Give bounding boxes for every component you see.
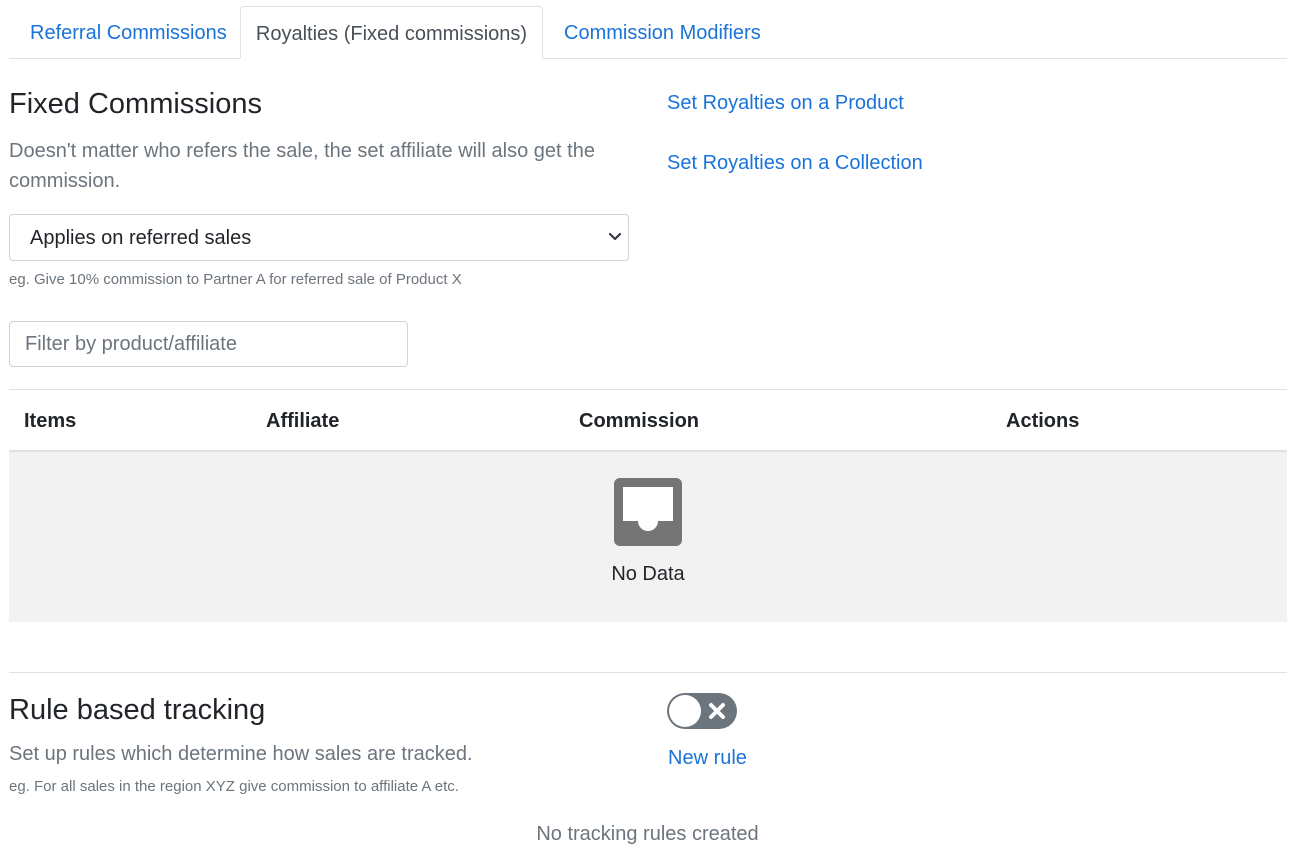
select-hint: eg. Give 10% commission to Partner A for… — [9, 271, 462, 288]
new-rule-link[interactable]: New rule — [668, 747, 747, 770]
column-header-items: Items — [24, 410, 77, 432]
tab-referral-commissions[interactable]: Referral Commissions — [30, 6, 227, 57]
rule-tracking-description: Set up rules which determine how sales a… — [9, 743, 473, 765]
table-top-divider — [9, 389, 1287, 390]
column-header-affiliate: Affiliate — [266, 410, 340, 432]
chevron-down-icon — [608, 232, 622, 241]
tab-royalties[interactable]: Royalties (Fixed commissions) — [240, 6, 543, 59]
column-header-commission: Commission — [579, 410, 700, 432]
no-tracking-rules-text: No tracking rules created — [536, 823, 759, 845]
filter-input[interactable] — [9, 321, 408, 367]
set-royalties-collection-link[interactable]: Set Royalties on a Collection — [667, 152, 923, 175]
set-royalties-product-link[interactable]: Set Royalties on a Product — [667, 92, 904, 115]
applies-on-select[interactable]: Applies on referred sales — [9, 214, 629, 261]
fixed-commissions-description: Doesn't matter who refers the sale, the … — [9, 140, 595, 192]
table-empty-state: No Data — [9, 452, 1287, 622]
rule-tracking-title: Rule based tracking — [9, 694, 266, 726]
no-data-text: No Data — [611, 563, 685, 585]
rule-tracking-toggle[interactable] — [667, 693, 737, 729]
tab-bar: Referral Commissions Royalties (Fixed co… — [9, 6, 1287, 59]
fixed-commissions-title: Fixed Commissions — [9, 88, 262, 120]
rule-tracking-hint: eg. For all sales in the region XYZ give… — [9, 778, 459, 795]
tab-commission-modifiers[interactable]: Commission Modifiers — [564, 6, 761, 57]
inbox-icon — [614, 478, 682, 546]
close-icon — [709, 703, 725, 719]
section-divider — [9, 672, 1287, 673]
toggle-knob — [669, 695, 701, 727]
applies-on-select-value: Applies on referred sales — [30, 227, 252, 249]
column-header-actions: Actions — [1006, 410, 1080, 432]
